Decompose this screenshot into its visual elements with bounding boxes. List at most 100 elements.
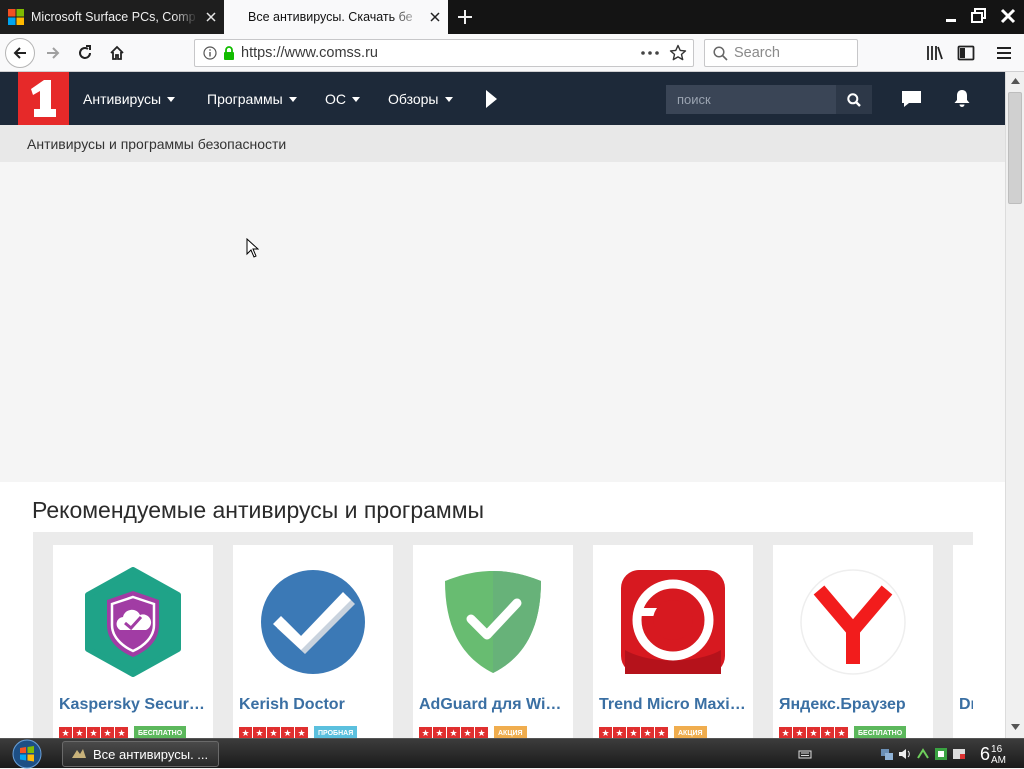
home-icon [110, 45, 124, 60]
search-icon [713, 45, 728, 61]
keyboard-icon[interactable] [798, 747, 812, 761]
menu-more-arrow[interactable] [486, 72, 497, 125]
info-icon[interactable] [203, 46, 217, 60]
tab-strip: Microsoft Surface PCs, Comp Все антивиру… [0, 0, 1024, 34]
price-badge: акция [674, 726, 707, 738]
menu-antiviruses[interactable]: Антивирусы [83, 72, 176, 125]
taskbar-browser-window[interactable]: Все антивирусы. ... [62, 741, 219, 767]
product-card[interactable]: Kerish Doctor ★ ★ ★ ★ ★ пробная [233, 545, 393, 738]
menu-programs[interactable]: Программы [207, 72, 297, 125]
security-icon[interactable] [934, 747, 948, 761]
scroll-down-arrow-icon[interactable] [1006, 718, 1024, 736]
ad-placeholder [0, 162, 1005, 482]
scroll-thumb[interactable] [1008, 92, 1022, 204]
windows-logo-icon [12, 739, 42, 769]
tab-title: Microsoft Surface PCs, Comp [31, 10, 196, 24]
system-clock[interactable]: 6 16 AM [980, 741, 1006, 767]
product-name[interactable]: Яндекс.Браузер [779, 696, 929, 714]
menu-button[interactable] [989, 38, 1019, 68]
browser-search-box[interactable]: Search [704, 39, 858, 67]
caret-down-icon [288, 96, 297, 102]
rating-stars: ★ ★ ★ ★ ★ [59, 727, 128, 738]
clock-hour: 6 [980, 744, 991, 764]
rating-stars: ★ ★ ★ ★ ★ [239, 727, 308, 738]
menu-label: Обзоры [388, 90, 439, 107]
menu-label: Программы [207, 90, 283, 107]
network-icon[interactable] [880, 747, 894, 761]
reload-icon [79, 45, 91, 59]
library-button[interactable] [920, 38, 950, 68]
bell-icon [954, 90, 970, 107]
rating-stars: ★ ★ ★ ★ ★ [599, 727, 668, 738]
tab-title: Все антивирусы. Скачать бе [248, 10, 413, 24]
site-search-placeholder: поиск [677, 92, 711, 107]
caret-down-icon [167, 96, 176, 102]
volume-icon[interactable] [898, 747, 912, 761]
site-search-input[interactable]: поиск [666, 85, 836, 114]
bookmark-star-icon[interactable] [669, 44, 687, 62]
caret-down-icon [444, 96, 453, 102]
tab-comss[interactable]: Все антивирусы. Скачать бе [224, 0, 448, 34]
kerish-doctor-icon [256, 565, 370, 679]
back-button[interactable] [5, 38, 35, 68]
new-tab-button[interactable] [452, 4, 478, 30]
minimize-button[interactable] [938, 3, 964, 29]
product-name[interactable]: Trend Micro Maximum Security [599, 696, 749, 714]
product-name[interactable]: AdGuard для Windows [419, 696, 569, 714]
product-name[interactable]: Dr [959, 696, 973, 714]
start-button[interactable] [10, 739, 44, 769]
hamburger-icon [997, 47, 1011, 59]
kaspersky-cloud-icon [76, 565, 190, 679]
adguard-icon [436, 565, 550, 679]
price-badge: бесплатно [134, 726, 187, 738]
product-name[interactable]: Kaspersky Security Cloud [59, 696, 209, 714]
page-actions-icon[interactable] [641, 51, 659, 55]
tab-microsoft-surface[interactable]: Microsoft Surface PCs, Comp [0, 0, 224, 34]
site-header: Антивирусы Программы ОС Обзоры поиск [0, 72, 1005, 125]
navigation-toolbar: https://www.comss.ru Search [0, 34, 1024, 72]
search-icon [847, 92, 861, 107]
menu-reviews[interactable]: Обзоры [388, 72, 453, 125]
scroll-up-arrow-icon[interactable] [1006, 72, 1024, 90]
menu-os[interactable]: ОС [325, 72, 360, 125]
product-card[interactable]: Яндекс.Браузер ★ ★ ★ ★ ★ бесплатно [773, 545, 933, 738]
main-content: Рекомендуемые антивирусы и программы Kas… [0, 482, 1005, 738]
tab-close-icon[interactable] [198, 0, 224, 34]
forward-arrow-icon [47, 47, 60, 59]
flag-icon[interactable] [952, 747, 966, 761]
library-icon [927, 46, 943, 60]
site-search-button[interactable] [836, 85, 872, 114]
comments-button[interactable] [901, 72, 922, 125]
notifications-button[interactable] [953, 72, 971, 125]
product-name[interactable]: Kerish Doctor [239, 696, 389, 714]
forward-button[interactable] [38, 38, 68, 68]
caret-down-icon [352, 96, 360, 102]
taskbar-item-label: Все антивирусы. ... [93, 746, 209, 762]
rating-stars: ★ ★ ★ ★ ★ [779, 727, 848, 738]
home-button[interactable] [102, 38, 132, 68]
tab-close-icon[interactable] [422, 0, 448, 34]
product-card[interactable]: Dr [953, 545, 973, 738]
site-logo[interactable] [18, 72, 69, 125]
breadcrumb: Антивирусы и программы безопасности [0, 125, 1005, 162]
url-bar[interactable]: https://www.comss.ru [194, 39, 694, 67]
product-card[interactable]: Kaspersky Security Cloud ★★★★★ бесплатно [53, 545, 213, 738]
sidebar-button[interactable] [951, 38, 981, 68]
maximize-button[interactable] [966, 3, 992, 29]
sidebar-icon [957, 45, 975, 61]
price-badge: акция [494, 726, 527, 738]
mouse-cursor-icon [246, 238, 259, 258]
reload-button[interactable] [70, 38, 100, 68]
product-card[interactable]: Trend Micro Maximum Security ★★★★★ акция [593, 545, 753, 738]
close-window-button[interactable] [995, 3, 1021, 29]
chat-bubble-icon [902, 90, 921, 107]
url-text: https://www.comss.ru [241, 45, 378, 61]
taskbar: Все антивирусы. ... 6 16 AM [0, 738, 1024, 769]
menu-label: ОС [325, 90, 346, 107]
microsoft-logo-icon [8, 9, 24, 25]
back-arrow-icon [13, 47, 26, 59]
page-scrollbar[interactable] [1005, 72, 1024, 738]
update-icon[interactable] [916, 747, 930, 761]
clock-ampm: AM [991, 755, 1007, 766]
product-card[interactable]: AdGuard для Windows ★★★★★ акция [413, 545, 573, 738]
